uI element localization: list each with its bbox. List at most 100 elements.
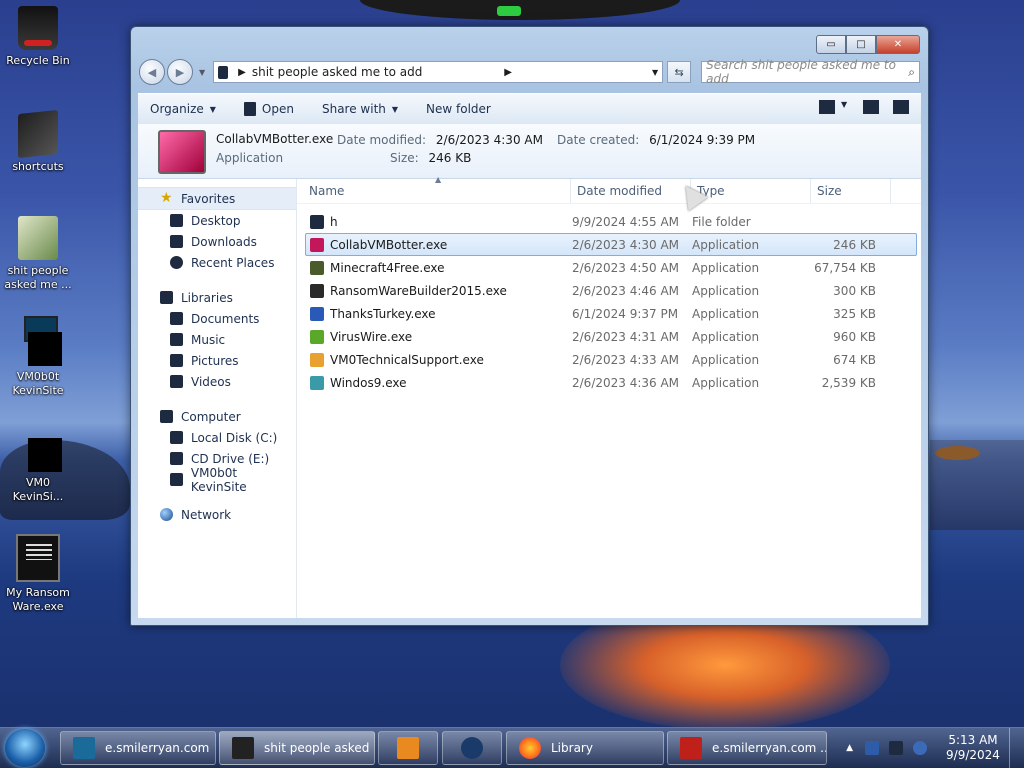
organize-label: Organize [150, 102, 204, 116]
desktop-icon-recycle-bin[interactable]: Recycle Bin [0, 6, 76, 68]
downloads-icon [170, 235, 183, 248]
maximize-button[interactable]: □ [846, 35, 876, 54]
file-row[interactable]: h 9/9/2024 4:55 AM File folder [305, 210, 917, 233]
clock-date: 9/9/2024 [946, 748, 1000, 762]
file-date: 2/6/2023 4:50 AM [572, 260, 680, 275]
chevron-down-icon[interactable]: ▼ [841, 100, 849, 114]
file-row[interactable]: VirusWire.exe 2/6/2023 4:31 AM Application… [305, 325, 917, 348]
column-date-modified[interactable]: Date modified [571, 179, 691, 203]
nav-item-videos[interactable]: Videos [138, 371, 296, 392]
desktop-icon-my-ransomware[interactable]: My Ransom Ware.exe [0, 534, 76, 614]
file-name: h [330, 214, 338, 229]
close-button[interactable]: ✕ [876, 35, 920, 54]
nav-label: VM0b0t KevinSite [190, 465, 247, 494]
taskbar-button-explorer[interactable]: shit people asked ... [219, 731, 375, 765]
recent-pages-dropdown[interactable]: ▼ [199, 68, 205, 77]
details-date-modified: Date modified: 2/6/2023 4:30 AM [337, 133, 543, 147]
application-icon [310, 260, 324, 275]
action-center-icon[interactable] [865, 741, 879, 755]
new-folder-button[interactable]: New folder [426, 102, 491, 116]
application-icon [310, 237, 324, 252]
change-view-icon[interactable] [819, 100, 835, 114]
file-name: Minecraft4Free.exe [330, 260, 445, 275]
file-date: 2/6/2023 4:31 AM [572, 329, 680, 344]
file-row[interactable]: Windos9.exe 2/6/2023 4:36 AM Application 2,… [305, 371, 917, 394]
chevron-down-icon: ▼ [209, 104, 216, 114]
address-bar[interactable]: ▶ shit people asked me to add ▶ ▼ [213, 61, 664, 83]
nav-network[interactable]: Network [138, 504, 296, 525]
file-row[interactable]: VM0TechnicalSupport.exe 2/6/2023 4:33 AM A… [305, 348, 917, 371]
folder-icon [232, 737, 254, 759]
taskbar-label: e.smilerryan.com ... [712, 741, 827, 755]
nav-libraries[interactable]: Libraries [138, 287, 296, 308]
open-button[interactable]: Open [243, 102, 294, 116]
volume-icon[interactable] [913, 741, 927, 755]
folder-icon [218, 65, 229, 79]
nav-item-local-disk[interactable]: Local Disk (C:) [138, 427, 296, 448]
nav-label: Documents [191, 311, 260, 326]
file-name-cell: Minecraft4Free.exe [306, 260, 570, 275]
nav-label: Favorites [181, 191, 236, 206]
file-row[interactable]: ThanksTurkey.exe 6/1/2024 9:37 PM Applicat… [305, 302, 917, 325]
search-input[interactable]: Search shit people asked me to add [706, 58, 908, 86]
column-name[interactable]: Name [297, 179, 571, 203]
file-row[interactable]: CollabVMBotter.exe 2/6/2023 4:30 AM Applic… [305, 233, 917, 256]
nav-label: Pictures [191, 353, 239, 368]
taskbar-button-filezilla[interactable]: e.smilerryan.com ... [667, 731, 827, 765]
preview-pane-icon[interactable] [863, 100, 879, 114]
column-type[interactable]: Type [691, 179, 811, 203]
desktop-icon-folder[interactable]: shit people asked me ... [0, 216, 76, 292]
folder-icon [18, 216, 58, 260]
share-with-button[interactable]: Share with ▼ [322, 102, 398, 116]
column-size[interactable]: Size [811, 179, 891, 203]
desktop-icon-vm0-kevinsite[interactable]: VM0 KevinSi... [0, 428, 76, 504]
minimize-button[interactable]: ▭ [816, 35, 846, 54]
desktop-icon-shortcuts[interactable]: shortcuts [0, 109, 76, 174]
taskbar-label: shit people asked ... [264, 741, 375, 755]
nav-item-desktop[interactable]: Desktop [138, 210, 296, 231]
desktop-icon-label: shortcuts [12, 160, 64, 173]
search-box[interactable]: Search shit people asked me to add ⌕ [701, 58, 920, 86]
taskbar-button-globe[interactable] [442, 731, 502, 765]
nav-item-documents[interactable]: Documents [138, 308, 296, 329]
nav-favorites[interactable]: ★ Favorites [138, 187, 296, 210]
address-dropdown-icon[interactable]: ▼ [652, 68, 658, 77]
taskbar-button-media-player[interactable] [378, 731, 438, 765]
file-row[interactable]: Minecraft4Free.exe 2/6/2023 4:50 AM Applic… [305, 256, 917, 279]
clock[interactable]: 5:13 AM 9/9/2024 [937, 733, 1009, 763]
media-player-icon [397, 737, 419, 759]
network-icon[interactable] [889, 741, 903, 755]
back-button[interactable]: ◀ [139, 59, 165, 85]
chevron-right-icon[interactable]: ▶ [504, 67, 512, 78]
folder-icon [310, 214, 324, 229]
organize-button[interactable]: Organize ▼ [150, 102, 216, 116]
refresh-button[interactable]: ⇆ [667, 61, 692, 83]
recent-places-icon [170, 256, 183, 269]
taskbar-button-firefox[interactable]: Library [506, 731, 664, 765]
address-path[interactable]: shit people asked me to add [252, 65, 498, 79]
file-date: 2/6/2023 4:33 AM [572, 352, 680, 367]
start-button[interactable] [5, 729, 45, 767]
search-icon[interactable]: ⌕ [908, 65, 915, 80]
help-icon[interactable] [893, 100, 909, 114]
show-hidden-icons-icon[interactable]: ▲ [846, 743, 853, 753]
window-controls: ▭ □ ✕ [816, 35, 920, 54]
nav-item-pictures[interactable]: Pictures [138, 350, 296, 371]
show-desktop-button[interactable] [1009, 728, 1024, 768]
size-value: 246 KB [428, 151, 472, 165]
nav-item-network-drive[interactable]: VM0b0t KevinSite [138, 466, 296, 494]
desktop-icon-vm0b0t-kevinsite[interactable]: VM0b0t KevinSite [0, 316, 76, 398]
desktop-icon-label: VM0 KevinSi... [12, 476, 64, 503]
nav-item-music[interactable]: Music [138, 329, 296, 350]
nav-computer[interactable]: Computer [138, 406, 296, 427]
file-row[interactable]: RansomWareBuilder2015.exe 2/6/2023 4:46 A… [305, 279, 917, 302]
nav-item-downloads[interactable]: Downloads [138, 231, 296, 252]
chevron-right-icon[interactable]: ▶ [238, 67, 246, 78]
taskbar-button-remote[interactable]: e.smilerryan.com [60, 731, 216, 765]
nav-label: Music [191, 332, 226, 347]
navigation-bar: ◀ ▶ ▼ ▶ shit people asked me to add ▶ ▼ … [139, 58, 920, 86]
forward-button[interactable]: ▶ [167, 59, 193, 85]
videos-icon [170, 375, 183, 388]
file-size: 2,539 KB [821, 375, 876, 390]
nav-item-recent-places[interactable]: Recent Places [138, 252, 296, 273]
